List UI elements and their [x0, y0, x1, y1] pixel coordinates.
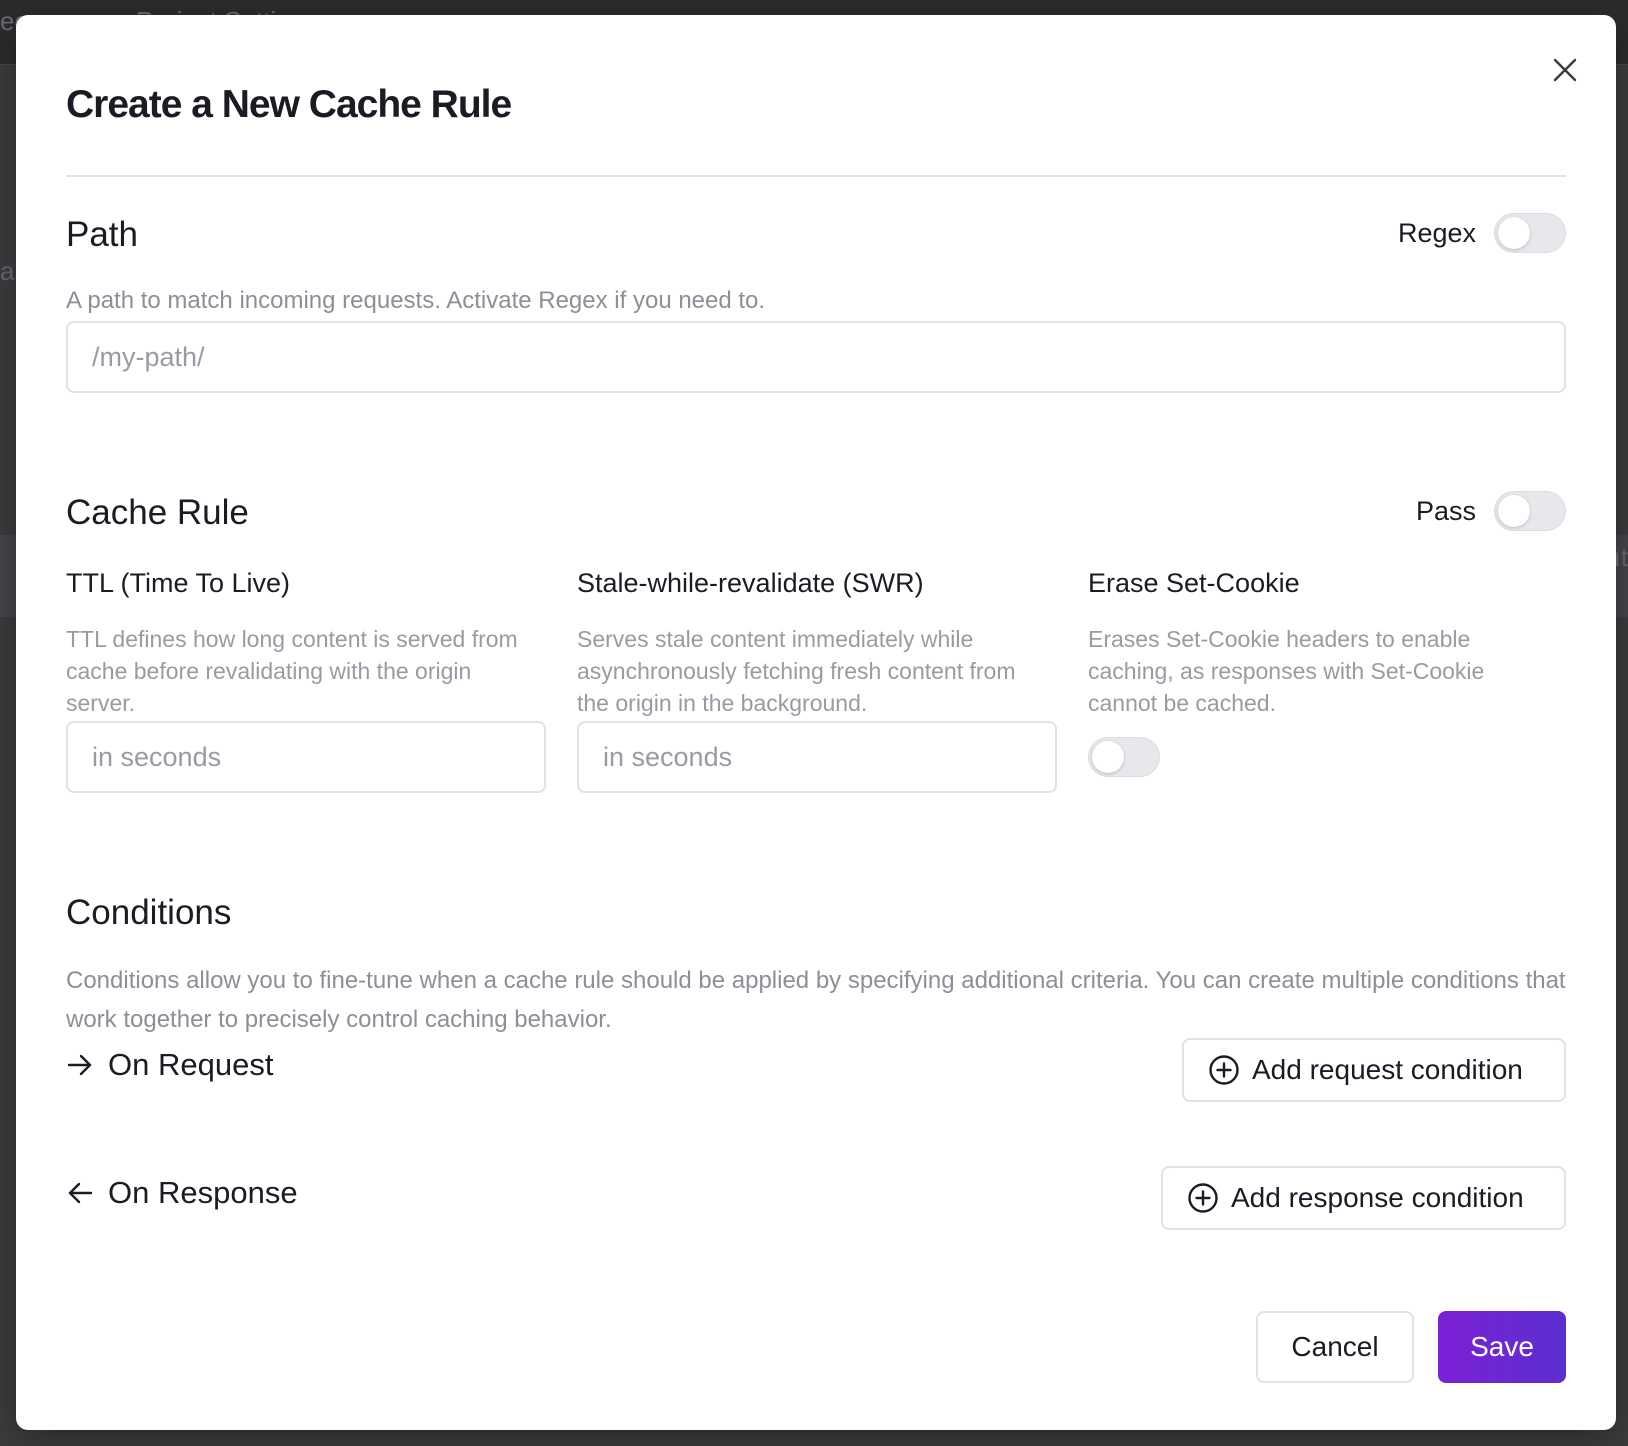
ttl-title: TTL (Time To Live)	[66, 568, 291, 598]
swr-input[interactable]	[577, 721, 1057, 793]
add-response-condition-button[interactable]: Add response condition	[1161, 1166, 1566, 1230]
dialog-title: Create a New Cache Rule	[66, 83, 512, 126]
toggle-knob	[1498, 217, 1530, 249]
add-response-condition-label: Add response condition	[1231, 1182, 1524, 1213]
toggle-knob	[1498, 495, 1530, 527]
arrow-left-icon	[68, 1182, 93, 1204]
arrow-right-icon	[67, 1054, 92, 1076]
plus-circle-icon	[1209, 1055, 1239, 1085]
path-input[interactable]	[66, 321, 1566, 393]
erase-cookie-title: Erase Set-Cookie	[1088, 568, 1300, 598]
close-icon	[1553, 58, 1577, 82]
cancel-button[interactable]: Cancel	[1256, 1311, 1414, 1383]
ttl-input[interactable]	[66, 721, 546, 793]
cache-rule-section-title: Cache Rule	[66, 493, 249, 532]
plus-circle-icon	[1188, 1183, 1218, 1213]
conditions-description: Conditions allow you to fine-tune when a…	[66, 967, 1566, 1033]
ttl-description: TTL defines how long content is served f…	[66, 626, 518, 716]
add-request-condition-button[interactable]: Add request condition	[1182, 1038, 1566, 1102]
pass-label: Pass	[1415, 495, 1476, 526]
swr-description: Serves stale content immediately while a…	[577, 626, 1016, 716]
erase-cookie-description: Erases Set-Cookie headers to enable cach…	[1088, 626, 1485, 716]
title-divider	[66, 175, 1566, 177]
regex-toggle[interactable]	[1494, 213, 1566, 253]
add-request-condition-label: Add request condition	[1252, 1054, 1523, 1085]
on-request-label: On Request	[108, 1047, 274, 1082]
cache-rule-dialog: Create a New Cache Rule Path Regex A pat…	[16, 15, 1616, 1430]
regex-label: Regex	[1397, 217, 1476, 248]
toggle-knob	[1092, 741, 1124, 773]
path-description: A path to match incoming requests. Activ…	[66, 287, 766, 314]
close-button[interactable]	[1548, 53, 1582, 87]
save-button[interactable]: Save	[1438, 1311, 1566, 1383]
path-section-title: Path	[66, 215, 138, 254]
regex-toggle-row: Regex	[1398, 213, 1566, 253]
on-request-row: On Request	[66, 1047, 273, 1083]
conditions-section-title: Conditions	[66, 893, 232, 932]
on-response-row: On Response	[66, 1175, 298, 1211]
on-response-label: On Response	[108, 1175, 298, 1210]
pass-toggle[interactable]	[1494, 491, 1566, 531]
erase-cookie-toggle[interactable]	[1088, 737, 1160, 777]
swr-title: Stale-while-revalidate (SWR)	[577, 568, 924, 598]
pass-toggle-row: Pass	[1416, 491, 1566, 531]
